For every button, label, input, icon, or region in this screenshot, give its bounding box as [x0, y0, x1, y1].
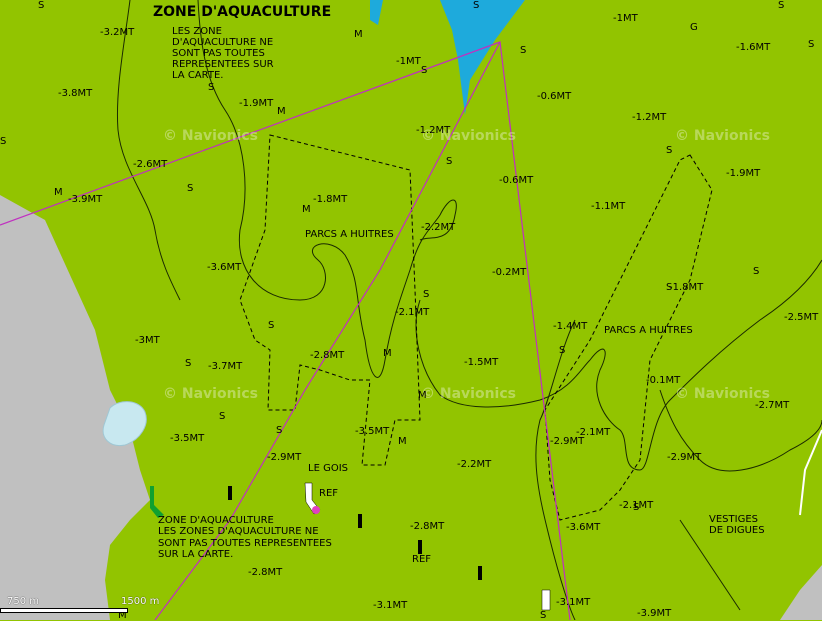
seabed-mark: S — [520, 45, 527, 56]
seabed-mark: G — [690, 22, 698, 33]
depth-sounding: -0.6MT — [537, 91, 572, 102]
seabed-mark: S — [666, 282, 673, 293]
watermark-1: © Navionics — [163, 128, 258, 144]
depth-sounding: -0.1MT — [646, 375, 681, 386]
scale-label-1500: 1500 m — [121, 596, 160, 607]
seabed-mark: M — [354, 29, 363, 40]
seabed-mark: S — [753, 266, 760, 277]
vestiges-label: VESTIGES DE DIGUES — [709, 514, 765, 536]
depth-sounding: -2.8MT — [410, 521, 445, 532]
depth-sounding: -1.4MT — [553, 321, 588, 332]
depth-sounding: -2.9MT — [667, 452, 702, 463]
aquaculture-note-top: LES ZONE D'AQUACULTURE NE SONT PAS TOUTE… — [172, 26, 274, 81]
depth-sounding: -1.8MT — [669, 282, 704, 293]
seabed-mark: S — [185, 358, 192, 369]
depth-sounding: -3.7MT — [208, 361, 243, 372]
depth-sounding: -1MT — [396, 56, 421, 67]
aquaculture-note-bottom-3: SONT PAS TOUTES REPRESENTEES — [158, 538, 332, 549]
depth-sounding: -0.6MT — [499, 175, 534, 186]
seabed-mark: S — [187, 183, 194, 194]
ref-label-1: REF — [319, 488, 339, 499]
seabed-mark: S — [0, 136, 7, 147]
watermark-5: © Navionics — [421, 386, 516, 402]
depth-sounding: -3.6MT — [207, 262, 242, 273]
seabed-mark: S — [276, 425, 283, 436]
depth-sounding: -1.2MT — [416, 125, 451, 136]
watermark-3: © Navionics — [675, 128, 770, 144]
depth-sounding: -2.2MT — [457, 459, 492, 470]
seabed-mark: S — [38, 0, 45, 11]
depth-sounding: -2.6MT — [133, 159, 168, 170]
depth-sounding: -3.6MT — [566, 522, 601, 533]
depth-sounding: -3MT — [135, 335, 160, 346]
depth-sounding: -3.5MT — [170, 433, 205, 444]
seabed-mark: M — [277, 106, 286, 117]
scale-label-750: 750 m — [7, 596, 40, 607]
seabed-mark: S — [268, 320, 275, 331]
ref-label-2: REF — [412, 554, 432, 565]
oyster-park-label-2: PARCS A HUITRES — [604, 325, 693, 336]
depth-sounding: -1MT — [613, 13, 638, 24]
depth-sounding: -3.1MT — [556, 597, 591, 608]
depth-sounding: -2.1MT — [395, 307, 430, 318]
watermark-4: © Navionics — [163, 386, 258, 402]
depth-sounding: -2.9MT — [267, 452, 302, 463]
seabed-mark: M — [54, 187, 63, 198]
seabed-mark: S — [446, 156, 453, 167]
seabed-mark: M — [398, 436, 407, 447]
map-title: ZONE D'AQUACULTURE — [153, 4, 332, 20]
depth-sounding: -0.2MT — [492, 267, 527, 278]
depth-sounding: -2.1MT — [576, 427, 611, 438]
depth-sounding: -2.8MT — [310, 350, 345, 361]
depth-sounding: -1.2MT — [632, 112, 667, 123]
depth-sounding: -1.9MT — [726, 168, 761, 179]
depth-sounding: -1.5MT — [464, 357, 499, 368]
depth-sounding: -3.2MT — [100, 27, 135, 38]
depth-sounding: -2.7MT — [755, 400, 790, 411]
depth-sounding: -1.1MT — [591, 201, 626, 212]
scale-bar — [0, 608, 128, 613]
depth-sounding: -1.8MT — [313, 194, 348, 205]
depth-sounding: -3.8MT — [58, 88, 93, 99]
aquaculture-note-bottom-2: LES ZONES D'AQUACULTURE NE — [158, 526, 319, 537]
depth-sounding: -3.9MT — [637, 608, 672, 619]
seabed-mark: M — [418, 390, 427, 401]
le-gois-label: LE GOIS — [308, 463, 348, 474]
depth-sounding: -3.9MT — [68, 194, 103, 205]
depth-sounding: -3.5MT — [355, 426, 390, 437]
seabed-mark: S — [421, 65, 428, 76]
seabed-mark: S — [559, 345, 566, 356]
seabed-mark: S — [778, 0, 785, 11]
seabed-mark: S — [208, 82, 215, 93]
seabed-mark: S — [666, 145, 673, 156]
seabed-mark: S — [808, 39, 815, 50]
seabed-mark: S — [540, 610, 547, 621]
seabed-mark: M — [383, 348, 392, 359]
aquaculture-note-bottom-1: ZONE D'AQUACULTURE — [158, 515, 274, 526]
depth-sounding: -2.2MT — [421, 222, 456, 233]
seabed-mark: M — [302, 204, 311, 215]
depth-sounding: -3.1MT — [373, 600, 408, 611]
seabed-mark: S — [473, 0, 480, 11]
depth-sounding: -1.6MT — [736, 42, 771, 53]
seabed-mark: S — [633, 502, 640, 513]
seabed-mark: S — [423, 289, 430, 300]
depth-sounding: -2.8MT — [248, 567, 283, 578]
depth-sounding: -1.9MT — [239, 98, 274, 109]
depth-sounding: -2.5MT — [784, 312, 819, 323]
aquaculture-note-bottom-4: SUR LA CARTE. — [158, 549, 234, 560]
seabed-mark: S — [219, 411, 226, 422]
oyster-park-label-1: PARCS A HUITRES — [305, 229, 394, 240]
